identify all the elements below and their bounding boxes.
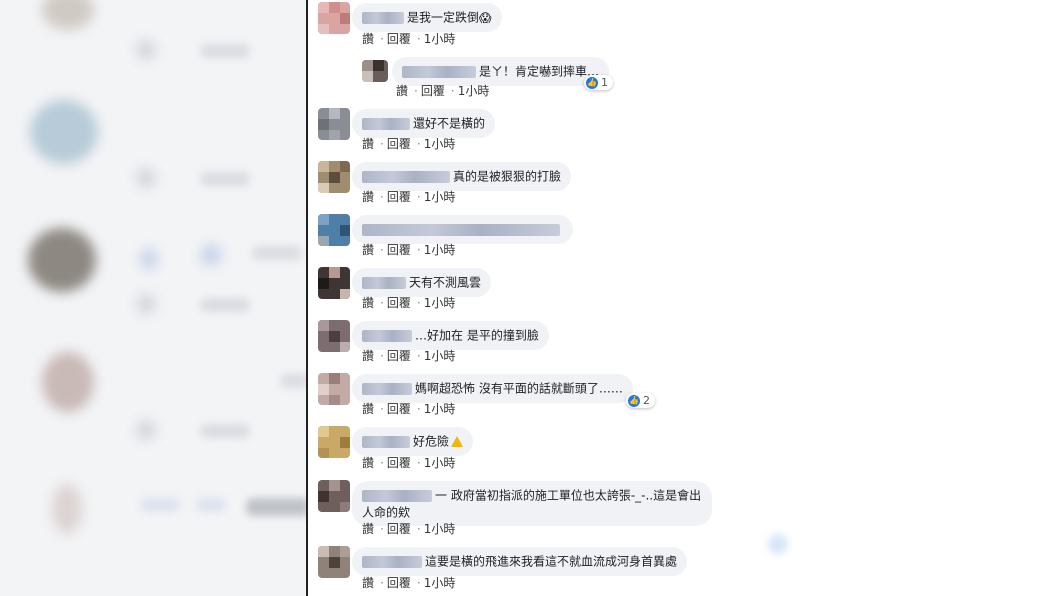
like-link[interactable]: 讚 xyxy=(362,137,374,151)
comment-actions: 讚 · 回覆 · 1小時 xyxy=(362,456,456,470)
comment-bubble: …好加在 是平的撞到臉 xyxy=(352,321,549,350)
commenter-avatar[interactable] xyxy=(362,60,388,82)
timestamp[interactable]: 1小時 xyxy=(424,296,456,310)
comment-bubble: 天有不測風雲 xyxy=(352,268,492,297)
comment-text: 是ㄚ！肯定嚇到摔車… xyxy=(479,64,600,79)
blurred-background-left xyxy=(0,0,306,596)
like-link[interactable]: 讚 xyxy=(362,402,374,416)
like-link[interactable]: 讚 xyxy=(362,32,374,46)
like-link[interactable]: 讚 xyxy=(362,522,374,536)
comment-text: 媽啊超恐怖 沒有平面的話就斷頭了…… xyxy=(415,381,623,396)
commenter-avatar[interactable] xyxy=(318,373,350,405)
comment-actions: 讚 · 回覆 · 1小時 xyxy=(396,84,490,98)
commenter-avatar[interactable] xyxy=(318,161,350,193)
comment-bubble: 好危險 xyxy=(352,427,474,456)
commenter-avatar[interactable] xyxy=(318,426,350,458)
comment-bubble: 這要是橫的飛進來我看這不就血流成河身首異處 xyxy=(352,547,688,576)
commenter-avatar[interactable] xyxy=(318,480,350,512)
thumbs-up-icon: 👍 xyxy=(628,395,640,407)
comment-actions: 讚 · 回覆 · 1小時 xyxy=(362,32,456,46)
comment-text: 好危險 xyxy=(413,434,450,449)
commenter-name-blurred[interactable] xyxy=(362,555,422,568)
like-link[interactable]: 讚 xyxy=(362,296,374,310)
timestamp[interactable]: 1小時 xyxy=(424,32,456,46)
commenter-name-blurred[interactable] xyxy=(362,11,404,24)
commenter-name-blurred[interactable] xyxy=(402,65,476,78)
reply-link[interactable]: 回覆 xyxy=(387,349,411,363)
comment-text: 是我一定跌倒 xyxy=(407,10,480,25)
commenter-name-blurred[interactable] xyxy=(362,223,560,236)
warning-emoji-icon xyxy=(451,436,464,447)
comment-bubble: 還好不是橫的 xyxy=(352,109,496,138)
like-link[interactable]: 讚 xyxy=(396,84,408,98)
thumbs-up-icon: 👍 xyxy=(586,77,598,89)
timestamp[interactable]: 1小時 xyxy=(424,456,456,470)
comment-actions: 讚 · 回覆 · 1小時 xyxy=(362,349,456,363)
like-link[interactable]: 讚 xyxy=(362,576,374,590)
comment-bubble: 真的是被狠狠的打臉 xyxy=(352,162,572,191)
reply-link[interactable]: 回覆 xyxy=(387,296,411,310)
like-link[interactable]: 讚 xyxy=(362,243,374,257)
like-link[interactable]: 讚 xyxy=(362,349,374,363)
comment-text: 天有不測風雲 xyxy=(409,275,482,290)
like-reaction-count[interactable]: 👍 2 xyxy=(626,393,655,408)
reply-link[interactable]: 回覆 xyxy=(387,402,411,416)
reply-link[interactable]: 回覆 xyxy=(387,137,411,151)
comment-text: 還好不是橫的 xyxy=(413,116,486,131)
timestamp[interactable]: 1小時 xyxy=(458,84,490,98)
reply-link[interactable]: 回覆 xyxy=(387,32,411,46)
comment-bubble: 媽啊超恐怖 沒有平面的話就斷頭了…… xyxy=(352,374,633,403)
commenter-avatar[interactable] xyxy=(318,108,350,140)
commenter-name-blurred[interactable] xyxy=(362,276,406,289)
commenter-name-blurred[interactable] xyxy=(362,329,412,342)
comment-text: 這要是橫的飛進來我看這不就血流成河身首異處 xyxy=(425,554,678,569)
commenter-avatar[interactable] xyxy=(318,546,350,578)
reply-link[interactable]: 回覆 xyxy=(387,522,411,536)
timestamp[interactable]: 1小時 xyxy=(424,137,456,151)
commenter-name-blurred[interactable] xyxy=(362,435,410,448)
commenter-avatar[interactable] xyxy=(318,320,350,352)
reply-link[interactable]: 回覆 xyxy=(387,190,411,204)
comment-actions: 讚 · 回覆 · 1小時 xyxy=(362,296,456,310)
commenter-avatar[interactable] xyxy=(318,214,350,246)
timestamp[interactable]: 1小時 xyxy=(424,243,456,257)
timestamp[interactable]: 1小時 xyxy=(424,522,456,536)
comment-text: 真的是被狠狠的打臉 xyxy=(453,169,562,184)
reply-link[interactable]: 回覆 xyxy=(387,456,411,470)
timestamp[interactable]: 1小時 xyxy=(424,576,456,590)
comment-actions: 讚 · 回覆 · 1小時 xyxy=(362,243,456,257)
comment-actions: 讚 · 回覆 · 1小時 xyxy=(362,190,456,204)
blurred-background-right xyxy=(742,0,1060,596)
like-link[interactable]: 讚 xyxy=(362,456,374,470)
commenter-name-blurred[interactable] xyxy=(362,117,410,130)
commenter-name-blurred[interactable] xyxy=(362,382,412,395)
timestamp[interactable]: 1小時 xyxy=(424,190,456,204)
commenter-avatar[interactable] xyxy=(318,267,350,299)
reply-link[interactable]: 回覆 xyxy=(387,243,411,257)
reply-link[interactable]: 回覆 xyxy=(387,576,411,590)
commenter-name-blurred[interactable] xyxy=(362,170,450,183)
comment-bubble: 是我一定跌倒😱 xyxy=(352,3,502,32)
like-reaction-count[interactable]: 👍 1 xyxy=(584,75,613,90)
comment-actions: 讚 · 回覆 · 1小時 xyxy=(362,402,456,416)
comment-actions: 讚 · 回覆 · 1小時 xyxy=(362,137,456,151)
like-link[interactable]: 讚 xyxy=(362,190,374,204)
timestamp[interactable]: 1小時 xyxy=(424,349,456,363)
comment-feed[interactable]: 是我一定跌倒😱 讚 · 回覆 · 1小時 是ㄚ！肯定嚇到摔車… 👍 1 讚 · 回覆 · 1小時 … xyxy=(308,0,742,596)
timestamp[interactable]: 1小時 xyxy=(424,402,456,416)
commenter-name-blurred[interactable] xyxy=(362,489,432,502)
commenter-avatar[interactable] xyxy=(318,2,350,34)
comment-bubble xyxy=(352,215,573,244)
reply-link[interactable]: 回覆 xyxy=(421,84,445,98)
comment-actions: 讚 · 回覆 · 1小時 xyxy=(362,522,456,536)
scream-emoji-icon: 😱 xyxy=(479,10,492,25)
comment-actions: 讚 · 回覆 · 1小時 xyxy=(362,576,456,590)
comment-text: …好加在 是平的撞到臉 xyxy=(415,328,539,343)
